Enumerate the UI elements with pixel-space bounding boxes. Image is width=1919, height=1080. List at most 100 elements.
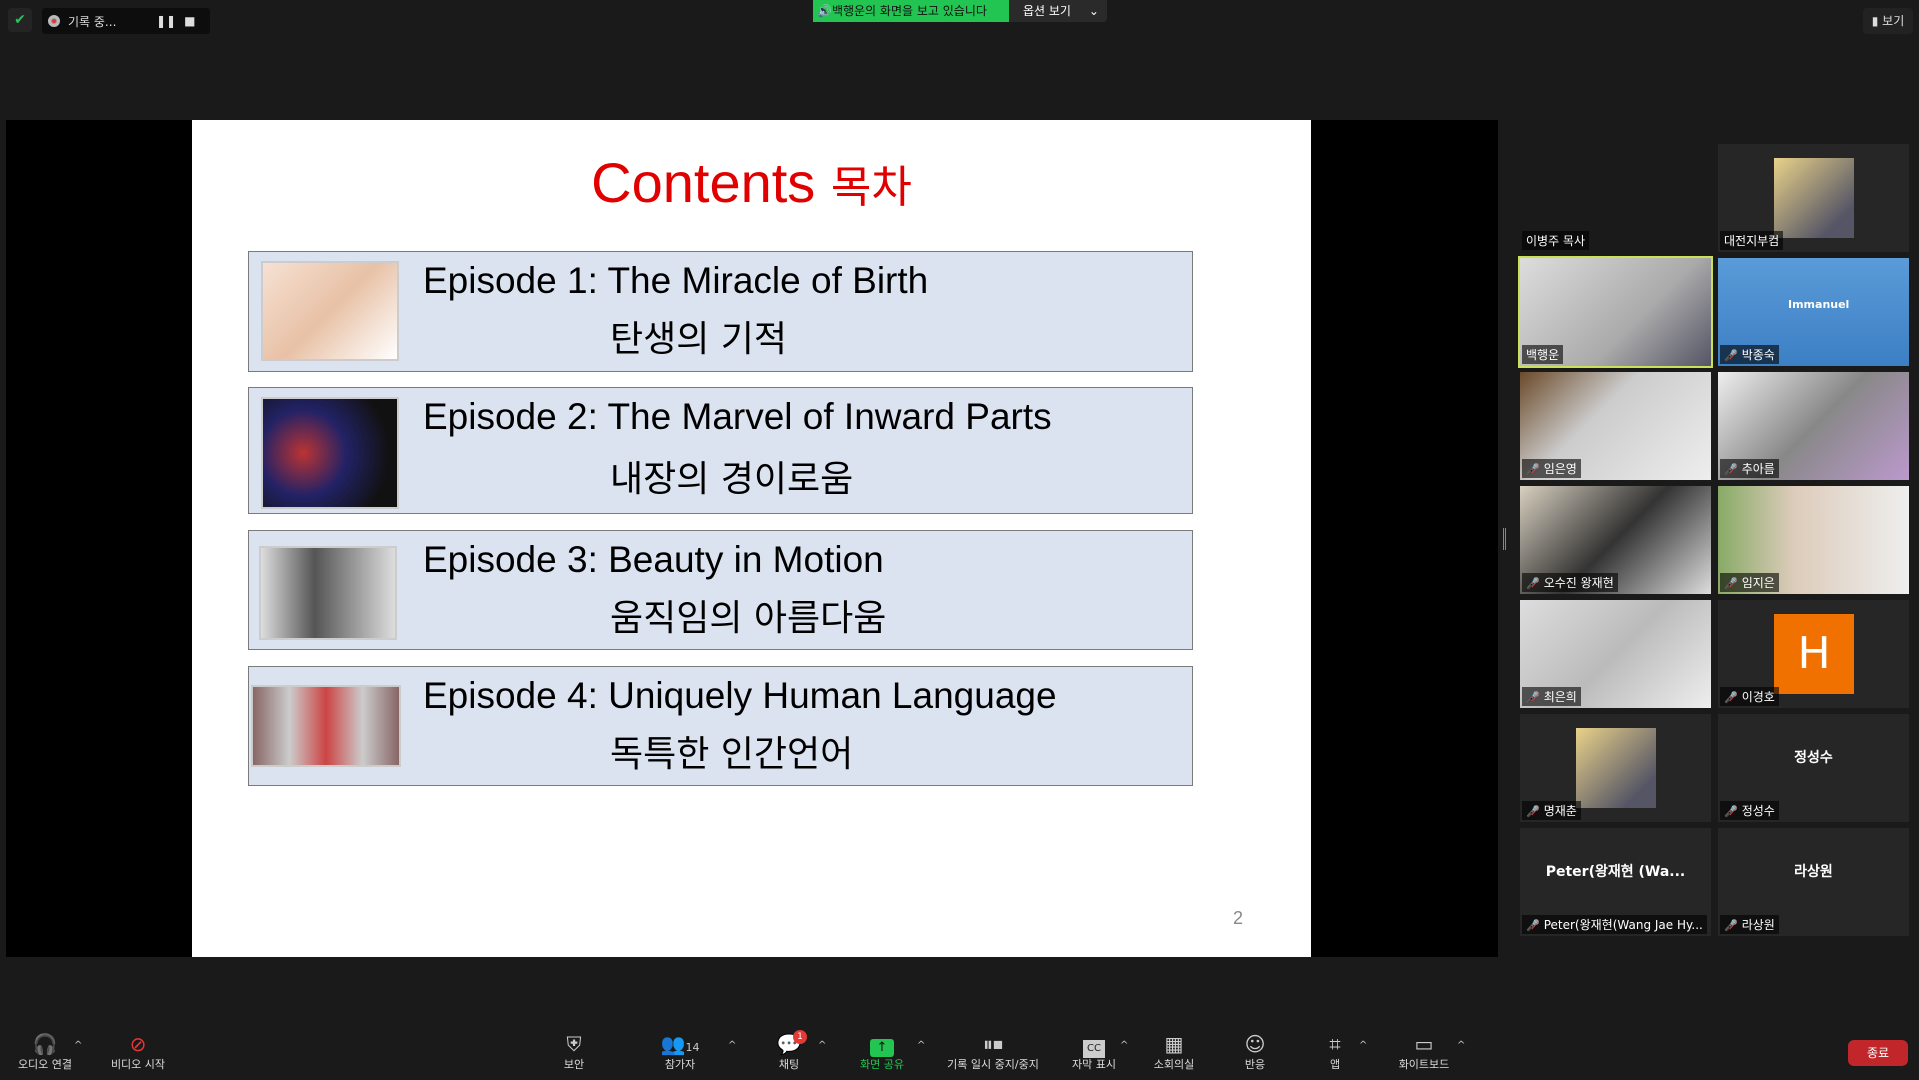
participant-display-name: 라상원 bbox=[1794, 864, 1833, 880]
participant-name: 대전지부컴 bbox=[1724, 234, 1780, 248]
participant-tile[interactable]: 🎤̸ 임은영 bbox=[1520, 372, 1711, 480]
record-label: 기록 일시 중지/중지 bbox=[947, 1058, 1039, 1071]
view-options-label: 옵션 보기 bbox=[1023, 4, 1071, 18]
share-screen-button[interactable]: ↑ 화면 공유 bbox=[842, 1032, 922, 1072]
participant-display-name: Peter(왕재현 (Wa... bbox=[1545, 864, 1686, 880]
participant-tile[interactable]: 백행운 bbox=[1518, 256, 1713, 368]
video-label: 비디오 시작 bbox=[110, 1058, 166, 1071]
participant-name: 이경호 bbox=[1741, 690, 1775, 704]
view-options-button[interactable]: 옵션 보기 ⌄ bbox=[1009, 0, 1107, 22]
participant-name-tag: 🎤̸ 이경호 bbox=[1720, 687, 1779, 706]
security-button[interactable]: ⛨ 보안 bbox=[534, 1032, 614, 1072]
apps-button[interactable]: ⌗ 앱 bbox=[1295, 1032, 1375, 1072]
participant-tile[interactable]: H 🎤̸ 이경호 bbox=[1718, 600, 1909, 708]
participant-tile[interactable]: 🎤̸ 오수진 왕재현 bbox=[1520, 486, 1711, 594]
participant-name: 최은희 bbox=[1543, 690, 1577, 704]
participant-name-tag: 이병주 목사 bbox=[1522, 231, 1590, 250]
mic-muted-icon: 🎤̸ bbox=[1526, 919, 1540, 932]
anatomy-image bbox=[261, 397, 399, 509]
audio-options-caret[interactable]: ^ bbox=[74, 1040, 82, 1051]
participant-tile[interactable]: 🎤̸ 임지은 bbox=[1718, 486, 1909, 594]
participant-tile[interactable]: 🎤̸ 최은희 bbox=[1520, 600, 1711, 708]
chat-label: 채팅 bbox=[778, 1058, 800, 1071]
participant-tile[interactable]: 이병주 목사 bbox=[1520, 144, 1711, 252]
share-banner: 🔊백행운의 화면을 보고 있습니다 bbox=[813, 0, 1009, 22]
slide: Contents 목차 Episode 1: The Miracle of Bi… bbox=[192, 120, 1311, 957]
title-en: Contents bbox=[591, 151, 816, 214]
panel-resize-handle[interactable] bbox=[1503, 528, 1506, 550]
mic-muted-icon: 🎤̸ bbox=[1724, 805, 1738, 818]
participant-name: Peter(왕재현(Wang Jae Hy... bbox=[1543, 918, 1703, 932]
mic-muted-icon: 🎤̸ bbox=[1526, 577, 1540, 590]
whiteboard-label: 화이트보드 bbox=[1398, 1058, 1450, 1071]
breakout-rooms-button[interactable]: ▦ 소회의실 bbox=[1134, 1032, 1214, 1072]
pause-stop-icon: ⏸⏹ bbox=[983, 1032, 1003, 1056]
mic-muted-icon: 🎤̸ bbox=[1526, 691, 1540, 704]
participant-tile[interactable]: Immanuel 🎤̸ 박종숙 bbox=[1718, 258, 1909, 366]
avatar: H bbox=[1774, 614, 1854, 694]
chat-caret[interactable]: ^ bbox=[818, 1040, 826, 1051]
participant-name: 추아름 bbox=[1741, 462, 1775, 476]
episode-title-ko: 독특한 인간언어 bbox=[610, 734, 854, 775]
audio-label: 오디오 연결 bbox=[17, 1058, 73, 1071]
view-button[interactable]: ▮ 보기 bbox=[1863, 8, 1913, 34]
participant-name-tag: 🎤̸ 임은영 bbox=[1522, 459, 1581, 478]
chevron-down-icon: ⌄ bbox=[1088, 4, 1099, 18]
stop-recording-button[interactable]: ■ bbox=[184, 14, 195, 28]
participants-caret[interactable]: ^ bbox=[728, 1040, 736, 1051]
share-caret[interactable]: ^ bbox=[917, 1040, 925, 1051]
participant-tile[interactable]: Peter(왕재현 (Wa... 🎤̸ Peter(왕재현(Wang Jae Hy.… bbox=[1520, 828, 1711, 936]
captions-caret[interactable]: ^ bbox=[1120, 1040, 1128, 1051]
participant-tile[interactable]: 라상원 🎤̸ 라상원 bbox=[1718, 828, 1909, 936]
baby-image bbox=[261, 261, 399, 361]
mic-muted-icon: 🎤̸ bbox=[1724, 463, 1738, 476]
episode-title: Episode 3: Beauty in Motion bbox=[423, 539, 884, 580]
security-shield-icon[interactable]: ✔ bbox=[8, 8, 32, 32]
audio-button[interactable]: 🎧 오디오 연결 bbox=[5, 1032, 85, 1072]
episode-title: Episode 4: Uniquely Human Language bbox=[423, 675, 1057, 716]
episode-title-ko: 움직임의 아름다움 bbox=[610, 598, 887, 639]
participant-name: 라상원 bbox=[1741, 918, 1775, 932]
participant-name-tag: 🎤̸ 오수진 왕재현 bbox=[1522, 573, 1618, 592]
participant-tile[interactable]: 🎤̸ 명재춘 bbox=[1520, 714, 1711, 822]
language-image bbox=[251, 685, 401, 767]
participant-tile[interactable]: 정성수 🎤̸ 정성수 bbox=[1718, 714, 1909, 822]
pause-recording-button[interactable]: ❚❚ bbox=[156, 14, 176, 28]
reactions-label: 반응 bbox=[1244, 1058, 1266, 1071]
headphones-icon: 🎧 bbox=[32, 1032, 58, 1056]
mic-muted-icon: 🎤̸ bbox=[1724, 691, 1738, 704]
chat-icon: 💬 1 bbox=[749, 1030, 829, 1056]
mic-muted-icon: 🎤̸ bbox=[1526, 463, 1540, 476]
profile-photo bbox=[1576, 728, 1656, 808]
participant-name-tag: 🎤̸ 박종숙 bbox=[1720, 345, 1779, 364]
recording-label: 기록 중... bbox=[68, 14, 117, 29]
participant-name-tag: 🎤̸ 정성수 bbox=[1720, 801, 1779, 820]
reactions-button[interactable]: ☺ 반응 bbox=[1215, 1032, 1295, 1072]
mic-muted-icon: 🎤̸ bbox=[1724, 919, 1738, 932]
whiteboard-button[interactable]: ▭ 화이트보드 bbox=[1384, 1032, 1464, 1072]
episode-3: Episode 3: Beauty in Motion 움직임의 아름다움 bbox=[248, 530, 1193, 650]
participant-name-tag: 🎤̸ 명재춘 bbox=[1522, 801, 1581, 820]
view-label: 보기 bbox=[1882, 14, 1905, 28]
end-meeting-button[interactable]: 종료 bbox=[1848, 1040, 1908, 1066]
apps-caret[interactable]: ^ bbox=[1359, 1040, 1367, 1051]
apps-label: 앱 bbox=[1329, 1058, 1341, 1071]
chat-button[interactable]: 💬 1 채팅 bbox=[749, 1030, 829, 1072]
whiteboard-caret[interactable]: ^ bbox=[1457, 1040, 1465, 1051]
participant-tile[interactable]: 🎤̸ 추아름 bbox=[1718, 372, 1909, 480]
video-button[interactable]: ⊘ 비디오 시작 bbox=[98, 1032, 178, 1072]
participant-tile[interactable]: 대전지부컴 bbox=[1718, 144, 1909, 252]
slide-title: Contents 목차 bbox=[192, 150, 1311, 215]
captions-button[interactable]: CC 자막 표시 bbox=[1054, 1032, 1134, 1072]
whiteboard-icon: ▭ bbox=[1414, 1032, 1434, 1056]
episode-title-ko: 탄생의 기적 bbox=[610, 319, 788, 360]
participants-button[interactable]: 👥14 참가자 bbox=[640, 1032, 720, 1072]
recording-indicator: 기록 중... ❚❚ ■ bbox=[42, 8, 210, 34]
participants-label: 참가자 bbox=[664, 1058, 696, 1071]
participant-name-tag: 🎤̸ 추아름 bbox=[1720, 459, 1779, 478]
record-button[interactable]: ⏸⏹ 기록 일시 중지/중지 bbox=[933, 1032, 1053, 1072]
participant-display-name: 정성수 bbox=[1794, 750, 1833, 766]
video-off-icon: ⊘ bbox=[129, 1032, 147, 1056]
participant-name-tag: 🎤̸ Peter(왕재현(Wang Jae Hy... bbox=[1522, 915, 1707, 934]
episode-4: Episode 4: Uniquely Human Language 독특한 인… bbox=[248, 666, 1193, 786]
